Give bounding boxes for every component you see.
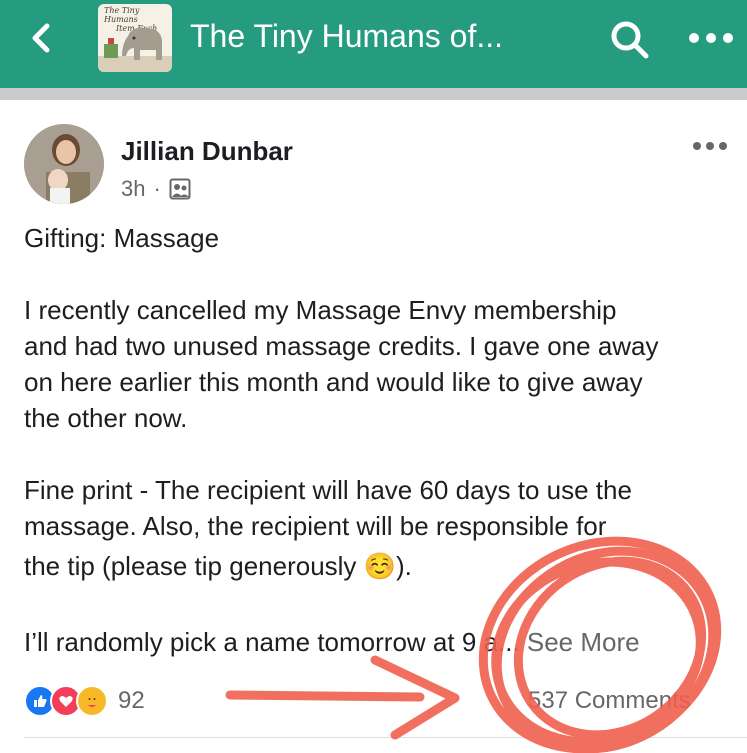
post-line: the other now.: [24, 403, 188, 433]
group-title[interactable]: The Tiny Humans of...: [190, 14, 503, 58]
profile-photo: [24, 124, 104, 204]
back-chevron-icon: [32, 23, 50, 53]
post-body: Gifting: Massage I recently cancelled my…: [24, 220, 744, 660]
post-line: massage. Also, the recipient will be res…: [24, 511, 607, 541]
post-line: Fine print - The recipient will have 60 …: [24, 475, 632, 505]
group-audience-icon: [169, 178, 191, 200]
search-button[interactable]: [608, 18, 650, 60]
reaction-icons: [24, 685, 108, 717]
header-divider: [0, 88, 747, 100]
back-button[interactable]: [24, 20, 60, 56]
post-meta: 3h ·: [121, 174, 191, 204]
avatar[interactable]: [24, 124, 104, 204]
more-horizontal-icon: [689, 33, 733, 43]
post-line: on here earlier this month and would lik…: [24, 367, 643, 397]
comments-count-link[interactable]: 537 Comments: [528, 683, 691, 719]
post-line: and had two unused massage credits. I ga…: [24, 331, 659, 361]
post-line-last: I’ll randomly pick a name tomorrow at 9 …: [24, 624, 744, 660]
care-reaction-icon: [76, 685, 108, 717]
meta-separator: ·: [153, 176, 161, 201]
more-horizontal-icon: [693, 142, 727, 150]
post-line: the tip (please tip generously ☺️).: [24, 551, 412, 581]
group-cover-thumbnail[interactable]: The Tiny Humans Item Exch: [98, 4, 172, 72]
post-line: Gifting: Massage: [24, 223, 220, 253]
elephant-illustration: [98, 27, 172, 72]
post-author-name[interactable]: Jillian Dunbar: [121, 134, 293, 168]
post-options-button[interactable]: [692, 137, 728, 155]
group-header-bar: The Tiny Humans Item Exch The Tiny Human…: [0, 0, 747, 88]
post-line: I recently cancelled my Massage Envy mem…: [24, 295, 617, 325]
post-timestamp[interactable]: 3h: [121, 174, 145, 204]
post-footer-divider: [24, 737, 747, 738]
reaction-count: 92: [118, 687, 145, 714]
see-more-link[interactable]: See More: [527, 627, 640, 657]
post-line: I’ll randomly pick a name tomorrow at 9 …: [24, 627, 527, 657]
search-icon: [611, 21, 649, 59]
more-options-button[interactable]: [688, 28, 734, 48]
reactions-summary[interactable]: 92: [24, 683, 145, 719]
